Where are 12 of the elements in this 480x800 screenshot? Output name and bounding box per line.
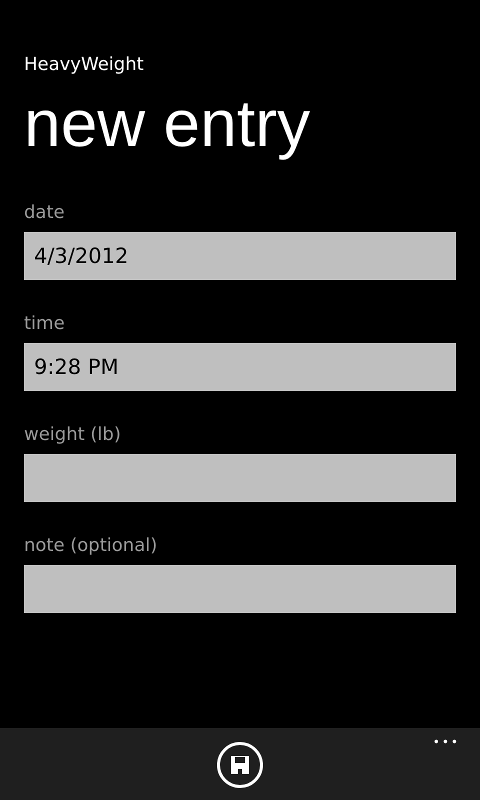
field-label: weight (lb) <box>24 423 121 447</box>
input-field[interactable]: 4/3/2012 <box>24 232 456 280</box>
field-label: date <box>24 201 65 225</box>
page-title: new entry <box>24 85 310 162</box>
input-field[interactable] <box>24 454 456 502</box>
save-button[interactable] <box>216 741 264 789</box>
app-title: HeavyWeight <box>24 53 144 77</box>
input-field[interactable]: 9:28 PM <box>24 343 456 391</box>
more-button[interactable]: ••• <box>432 732 460 752</box>
field-label: note (optional) <box>24 534 158 558</box>
field-label: time <box>24 312 65 336</box>
input-field[interactable] <box>24 565 456 613</box>
